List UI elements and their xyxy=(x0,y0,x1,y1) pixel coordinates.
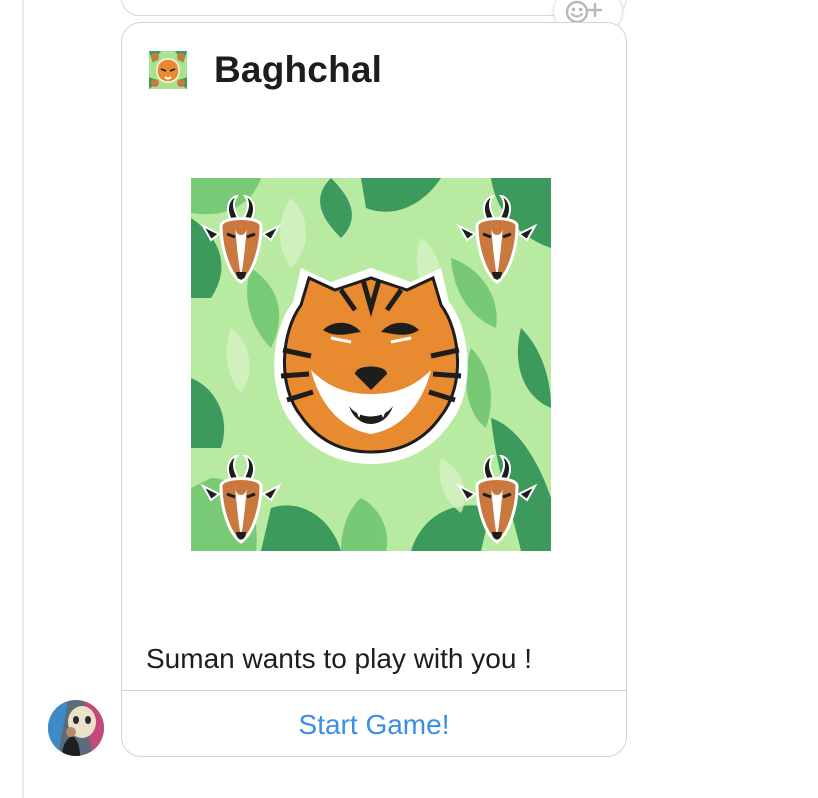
tiger-app-icon xyxy=(149,51,187,89)
app-name: Baghchal xyxy=(214,49,383,90)
start-game-button[interactable]: Start Game! xyxy=(122,691,626,756)
conversation-left-rule xyxy=(22,0,24,798)
invite-message: Suman wants to play with you ! xyxy=(146,643,532,674)
user-avatar[interactable] xyxy=(48,700,104,756)
tiger-and-goats-artwork[interactable] xyxy=(191,178,551,551)
previous-message-bubble[interactable] xyxy=(121,0,627,16)
game-invite-card[interactable]: Baghchal Suman wants to play with you ! … xyxy=(121,22,627,757)
